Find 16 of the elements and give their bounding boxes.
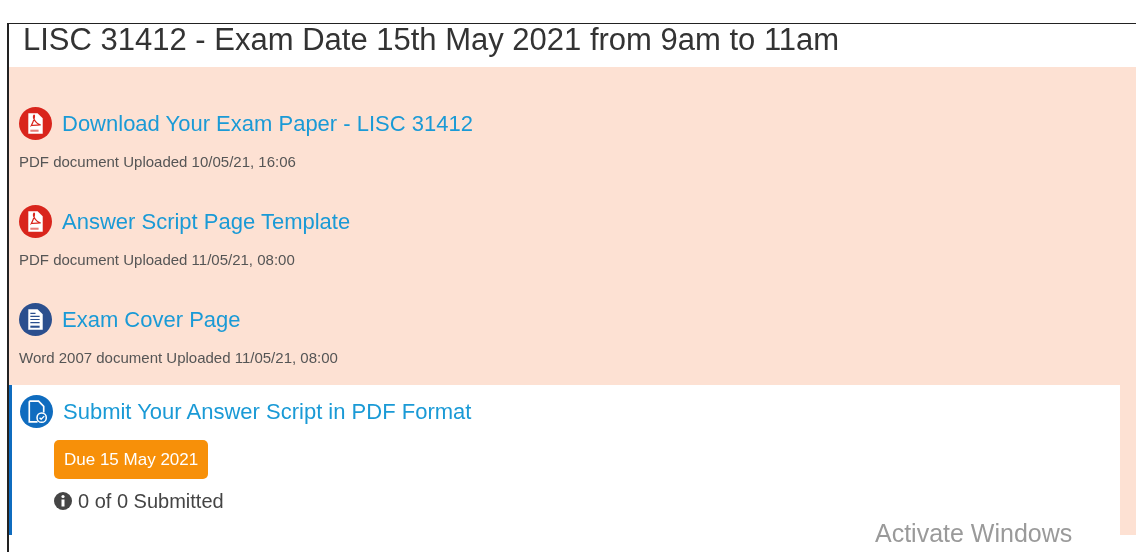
activation-watermark: Activate Windows: [875, 521, 1073, 546]
pdf-file-icon: [19, 205, 52, 238]
document-icon: [19, 303, 52, 336]
resource-details: PDF document Uploaded 10/05/21, 16:06: [19, 154, 297, 169]
resource-link[interactable]: Answer Script Page Template: [62, 210, 351, 233]
info-icon: [54, 492, 72, 510]
submission-status: 0 of 0 Submitted: [78, 491, 224, 511]
resource-link[interactable]: Exam Cover Page: [62, 308, 241, 331]
resource-details: Word 2007 document Uploaded 11/05/21, 08:00: [19, 350, 339, 365]
due-date-badge: Due 15 May 2021: [54, 440, 209, 479]
resource-details: PDF document Uploaded 11/05/21, 08:00: [19, 252, 296, 267]
pdf-file-icon: [19, 107, 52, 140]
resource-link[interactable]: Download Your Exam Paper - LISC 31412: [62, 112, 473, 135]
assignment-link[interactable]: Submit Your Answer Script in PDF Format: [63, 400, 472, 423]
section-title: LISC 31412 - Exam Date 15th May 2021 from 9am to 11am: [23, 24, 840, 55]
file-check-icon: [20, 395, 53, 428]
